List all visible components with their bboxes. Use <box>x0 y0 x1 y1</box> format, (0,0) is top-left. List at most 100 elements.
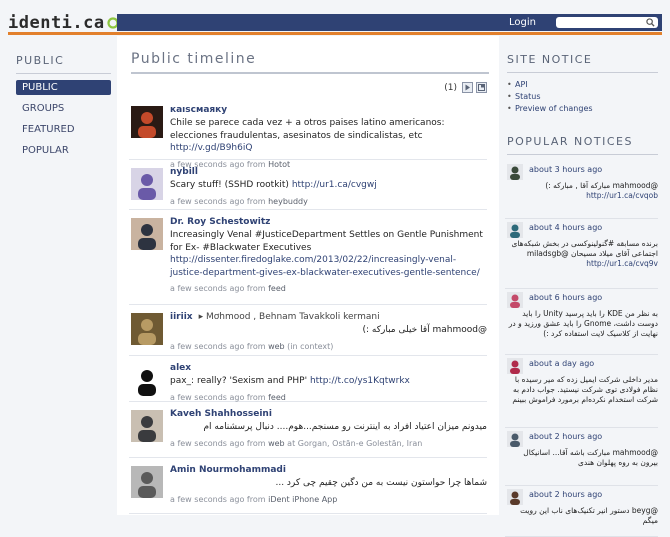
popular-notice-item: about a day ago مدیر داخلی شرکت ایمیل زده… <box>505 355 658 428</box>
notice-source[interactable]: web <box>268 342 285 351</box>
notice-author[interactable]: nybill <box>170 167 198 177</box>
notice-text: میدونم میزان اعتیاد افراد به اینترنت رو … <box>203 422 487 432</box>
popular-notice-text: @mahmood مبارکه آقا , مبارکه :) <box>545 181 658 190</box>
search-icon[interactable] <box>646 18 655 27</box>
avatar[interactable] <box>131 466 163 498</box>
notice-meta: a few seconds ago from heybuddy <box>170 197 487 210</box>
notice-from-label: from <box>244 494 269 504</box>
avatar[interactable] <box>507 489 523 505</box>
notice-from-label: from <box>244 341 269 351</box>
site-notice-link-status[interactable]: Status <box>507 91 662 103</box>
avatar[interactable] <box>507 222 523 238</box>
avatar[interactable] <box>507 292 523 308</box>
top-bar: Login <box>117 14 662 31</box>
nav-item-public[interactable]: PUBLIC <box>16 80 111 95</box>
notice-item: alex pax_: really? 'Sexism and PHP' http:… <box>129 356 487 402</box>
notice-timestamp[interactable]: a few seconds ago <box>170 342 244 351</box>
popular-notice-time[interactable]: about 3 hours ago <box>529 161 658 174</box>
avatar[interactable] <box>507 431 523 447</box>
play-icon[interactable] <box>462 82 473 93</box>
right-sidebar: SITE NOTICE API Status Preview of change… <box>499 36 662 537</box>
left-nav-heading: PUBLIC <box>16 54 65 67</box>
notice-item: Dr. Roy Schestowitz Increasingly Venal #J… <box>129 210 487 305</box>
notice-from-label: from <box>244 196 269 206</box>
notice-item: nybill Scary stuff! (SSHD rootkit) http:/… <box>129 160 487 210</box>
page-title: Public timeline <box>131 51 257 67</box>
notice-recipients[interactable]: ▸ Mơhmood , Behnam Tavakkoli kermani <box>199 312 380 322</box>
notice-timestamp[interactable]: a few seconds ago <box>170 197 244 206</box>
notice-content: pax_: really? 'Sexism and PHP' http://t.… <box>170 375 487 388</box>
notice-source[interactable]: feed <box>268 284 286 293</box>
notice-link[interactable]: http://t.co/ys1Kqtwrkx <box>310 376 410 386</box>
notice-source[interactable]: heybuddy <box>268 197 308 206</box>
notice-author[interactable]: alex <box>170 363 191 373</box>
notice-author[interactable]: Kaveh Shahhosseini <box>170 409 272 419</box>
site-notice-divider <box>507 72 658 73</box>
notice-meta: a few seconds ago from feed <box>170 284 487 297</box>
notice-item: Amin Nourmohammadi شماها چرا حواستون نیست… <box>129 458 487 514</box>
notice-author[interactable]: каıѕсмаяку <box>170 105 227 115</box>
login-link[interactable]: Login <box>509 17 536 28</box>
popular-notice-time[interactable]: about a day ago <box>529 355 658 368</box>
notice-source[interactable]: web <box>268 439 285 448</box>
notice-extra[interactable]: (in context) <box>285 342 333 351</box>
notice-author[interactable]: Amin Nourmohammadi <box>170 465 286 475</box>
avatar[interactable] <box>131 168 163 200</box>
notice-timestamp[interactable]: a few seconds ago <box>170 393 244 402</box>
popular-notice-time[interactable]: about 4 hours ago <box>529 219 658 232</box>
popular-notice-text: مدیر داخلی شرکت ایمیل زده که میر رسیده ب… <box>512 375 658 404</box>
notice-meta: a few seconds ago from iDent iPhone App <box>170 495 487 508</box>
popout-icon[interactable] <box>476 82 487 93</box>
notice-author[interactable]: Dr. Roy Schestowitz <box>170 217 270 227</box>
popular-notice-time[interactable]: about 2 hours ago <box>529 486 658 499</box>
main-content: Public timeline (1) каıѕсмаяку Chile se p… <box>117 36 499 515</box>
popular-notice-text: به نظر من KDE را باید پرسید Unity را بای… <box>508 309 658 338</box>
notice-content: میدونم میزان اعتیاد افراد به اینترنت رو … <box>170 421 487 434</box>
popular-notice-time[interactable]: about 2 hours ago <box>529 428 658 441</box>
search-input[interactable] <box>556 17 646 28</box>
notice-meta: a few seconds ago from web at Gorgan, Os… <box>170 439 487 452</box>
popular-notice-item: about 2 hours ago @beyg دستور انیر تکنیک‌… <box>505 486 658 537</box>
nav-item-groups[interactable]: GROUPS <box>16 101 111 116</box>
notice-timestamp[interactable]: a few seconds ago <box>170 495 244 504</box>
header-accent-rule <box>8 32 662 35</box>
avatar[interactable] <box>131 364 163 396</box>
left-nav-divider <box>16 73 111 74</box>
notice-timestamp[interactable]: a few seconds ago <box>170 284 244 293</box>
notice-link[interactable]: http://dissenter.firedoglake.com/2013/02… <box>170 255 480 278</box>
site-notice-link-api[interactable]: API <box>507 79 662 91</box>
notice-timestamp[interactable]: a few seconds ago <box>170 439 244 448</box>
notice-text: Increasingly Venal #JusticeDepartment Se… <box>170 230 483 253</box>
notice-item: iiriix ▸ Mơhmood , Behnam Tavakkoli kerma… <box>129 305 487 356</box>
avatar[interactable] <box>131 313 163 345</box>
notice-extra[interactable]: at Gorgan, Ostān-e Golestān, Iran <box>285 439 422 448</box>
avatar[interactable] <box>507 358 523 374</box>
notice-meta: a few seconds ago from web (in context) <box>170 342 487 355</box>
notice-link[interactable]: http://ur1.ca/cvgwj <box>292 180 377 190</box>
popular-notice-content: برنده مسابقه #گنولینوکسی در بخش شبکه‌های… <box>505 239 658 274</box>
site-notice-link-preview[interactable]: Preview of changes <box>507 103 662 115</box>
pager: (1) <box>444 82 487 93</box>
notice-from-label: from <box>244 284 269 293</box>
avatar[interactable] <box>131 410 163 442</box>
popular-notice-text: برنده مسابقه #گنولینوکسی در بخش شبکه‌های… <box>511 239 658 258</box>
notice-content: Chile se parece cada vez + a otros paise… <box>170 117 487 155</box>
nav-item-popular[interactable]: POPULAR <box>16 143 111 158</box>
avatar[interactable] <box>507 164 523 180</box>
popular-notice-link[interactable]: http://ur1.ca/cvq9v <box>505 259 658 269</box>
notice-link[interactable]: http://v.gd/B9h6iQ <box>170 143 252 153</box>
popular-notice-time[interactable]: about 6 hours ago <box>529 289 658 302</box>
notice-author[interactable]: iiriix <box>170 312 193 322</box>
notice-content: Scary stuff! (SSHD rootkit) http://ur1.c… <box>170 179 487 192</box>
popular-notice-item: about 6 hours ago به نظر من KDE را باید پ… <box>505 289 658 355</box>
notice-source[interactable]: feed <box>268 393 286 402</box>
notice-from-label: from <box>244 392 269 402</box>
avatar[interactable] <box>131 218 163 250</box>
nav-item-featured[interactable]: FEATURED <box>16 122 111 137</box>
notice-text: @mahmood آقا خیلی مبارکه :) <box>362 325 487 335</box>
notice-source[interactable]: iDent iPhone App <box>268 495 337 504</box>
popular-notice-link[interactable]: http://ur1.ca/cvqob <box>505 191 658 201</box>
notice-content: @mahmood آقا خیلی مبارکه :) <box>170 324 487 337</box>
notice-item: каıѕсмаяку Chile se parece cada vez + a o… <box>129 98 487 169</box>
avatar[interactable] <box>131 106 163 138</box>
